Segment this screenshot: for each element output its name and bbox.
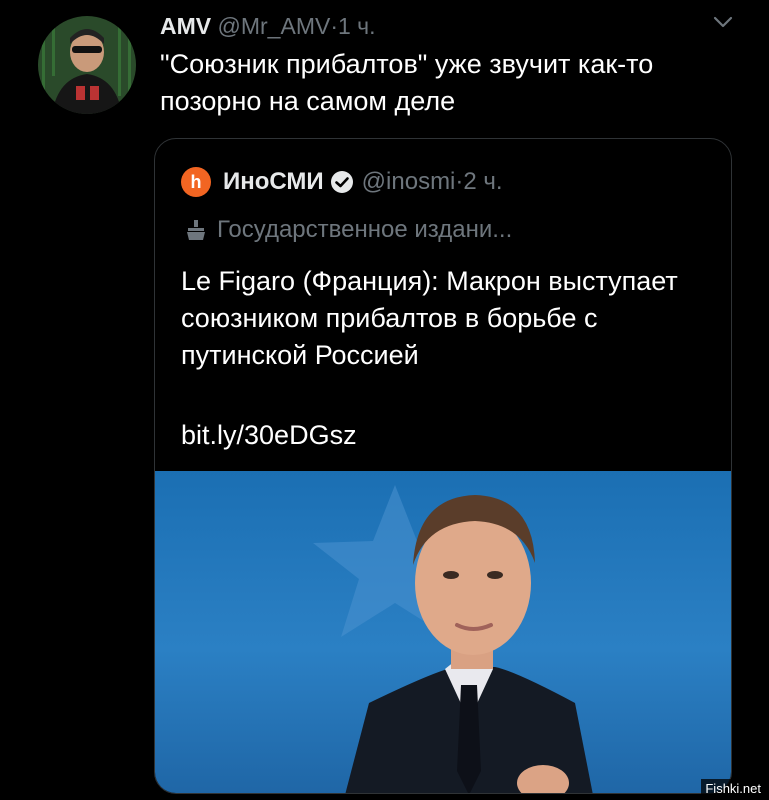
quote-author-handle[interactable]: @inosmi xyxy=(362,167,456,197)
author-handle[interactable]: @Mr_AMV xyxy=(218,13,331,39)
state-media-icon xyxy=(187,220,205,240)
tweet-text: "Союзник прибалтов" уже звучит как-то по… xyxy=(160,49,654,116)
quote-header: h ИноСМИ @inosmi · 2 ч. xyxy=(181,167,503,197)
quote-time-separator: · xyxy=(455,168,464,195)
tweet-time[interactable]: 1 ч. xyxy=(338,13,376,39)
quoted-tweet-card[interactable]: h ИноСМИ @inosmi · 2 ч. Государственное из… xyxy=(154,138,732,794)
watermark: Fishki.net xyxy=(701,779,765,798)
author-name[interactable]: AMV xyxy=(160,13,211,39)
avatar[interactable] xyxy=(38,16,136,114)
quote-text: Le Figaro (Франция): Макрон выступает со… xyxy=(181,266,678,370)
state-media-label[interactable]: Государственное издани... xyxy=(185,215,512,245)
state-media-label-text: Государственное издани... xyxy=(217,216,513,243)
verified-badge-icon xyxy=(330,171,353,193)
time-separator: · xyxy=(330,13,338,39)
macron-photo xyxy=(313,485,593,793)
tweet-header: AMV @Mr_AMV·1 ч. xyxy=(160,12,720,40)
avatar-image xyxy=(38,16,136,114)
quote-link[interactable]: bit.ly/30eDGsz xyxy=(181,417,357,454)
quote-photo[interactable] xyxy=(155,471,731,793)
inosmi-logo-icon: h xyxy=(181,167,211,197)
quote-time[interactable]: 2 ч. xyxy=(463,167,502,197)
quote-author-name[interactable]: ИноСМИ xyxy=(223,167,324,197)
chevron-down-icon[interactable] xyxy=(712,12,734,32)
